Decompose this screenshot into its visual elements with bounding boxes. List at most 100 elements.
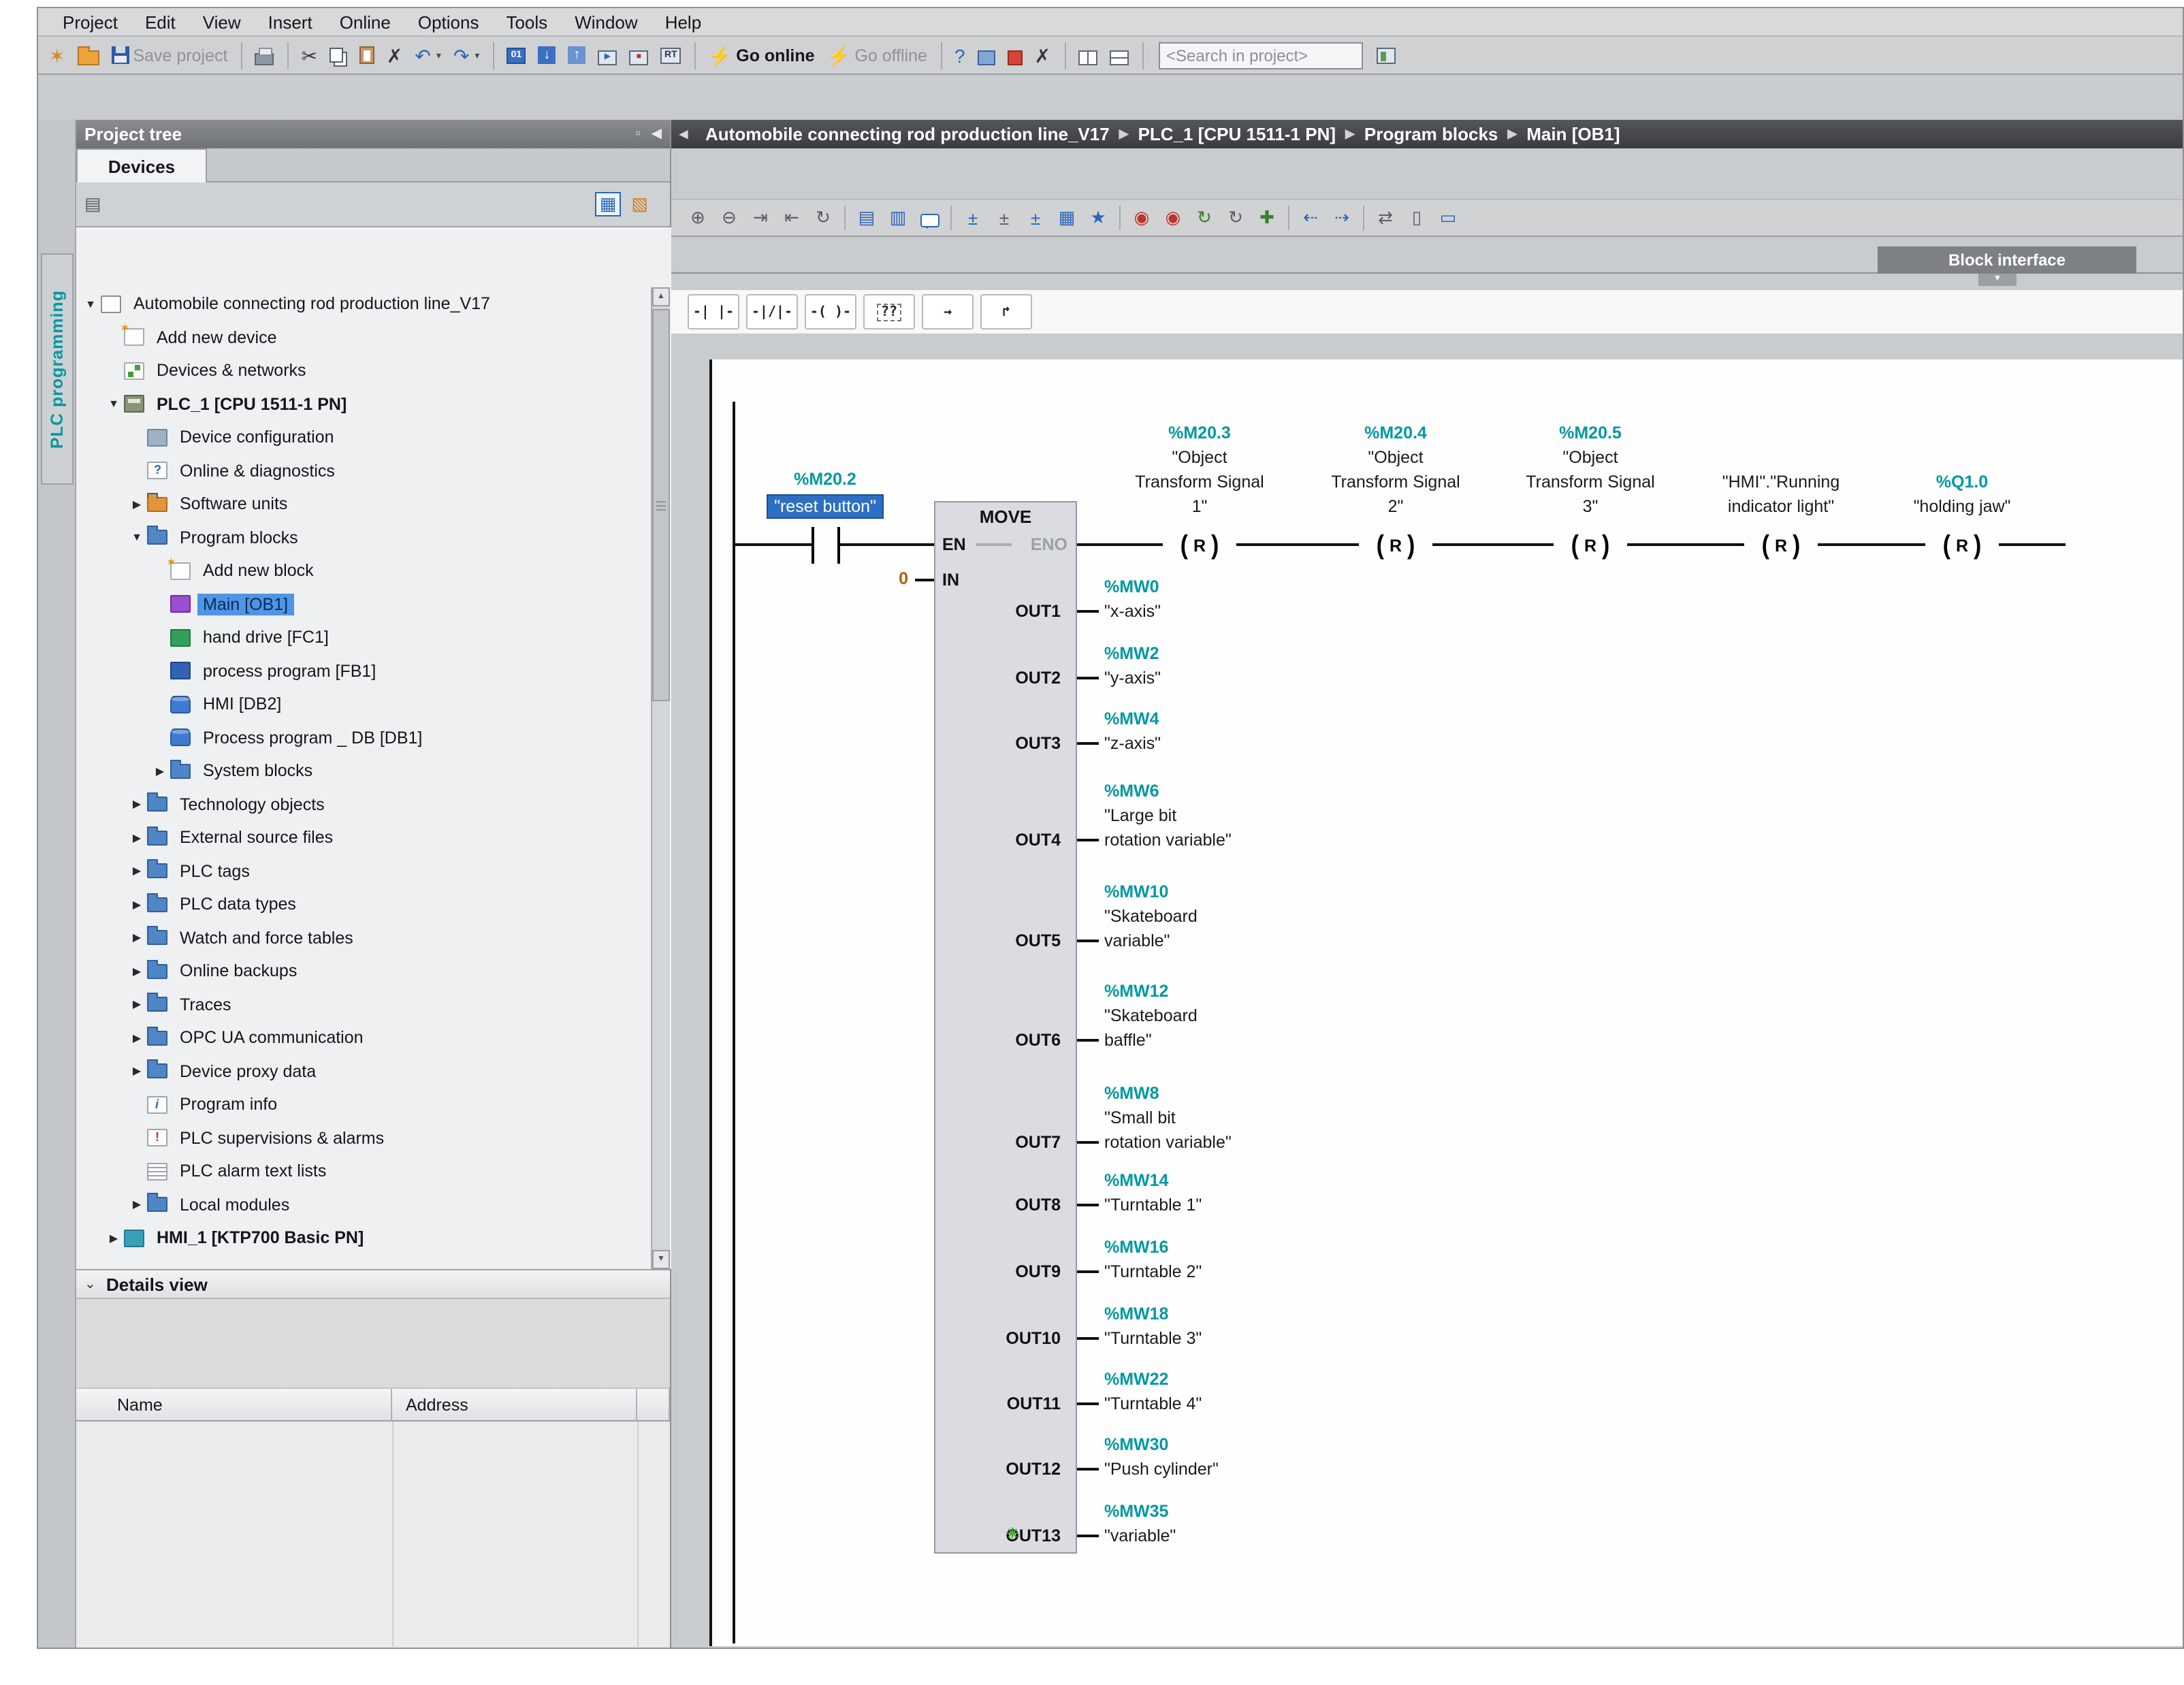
tree-item[interactable]: ▶Watch and force tables: [76, 921, 671, 954]
tree-item[interactable]: ▶Local modules: [76, 1188, 671, 1221]
output-operand[interactable]: %MW18"Turntable 3": [1104, 1302, 1322, 1351]
dropdown-arrow-icon[interactable]: ▾: [475, 50, 479, 61]
collapse-arrow-icon[interactable]: ▶: [128, 498, 146, 511]
stop-cpu-icon[interactable]: [624, 39, 654, 71]
expand-arrow-icon[interactable]: ▼: [82, 298, 99, 310]
undo-icon[interactable]: ↶▾: [409, 39, 447, 71]
symbolic-operands-icon[interactable]: ±: [989, 203, 1020, 233]
monitoring-icon[interactable]: ▭: [1432, 203, 1464, 233]
collapse-arrow-icon[interactable]: ▶: [128, 999, 146, 1011]
accessible-devices-icon[interactable]: ?: [949, 39, 971, 71]
jump-next-icon[interactable]: ⇢: [1326, 203, 1358, 233]
split-editor-vertical-icon[interactable]: [1072, 39, 1102, 71]
next-error-icon[interactable]: ◉: [1157, 203, 1189, 233]
insert-no-contact-icon[interactable]: -| |-: [688, 294, 739, 330]
details-collapse-icon[interactable]: ⌄: [84, 1277, 106, 1291]
collapse-arrow-icon[interactable]: ▶: [128, 1032, 146, 1044]
call-structure-icon[interactable]: ▯: [1401, 203, 1432, 233]
update-inconsistent-icon[interactable]: ↻: [1220, 203, 1251, 233]
output-operand[interactable]: %MW0"x-axis": [1104, 575, 1322, 624]
tree-item[interactable]: Process program _ DB [DB1]: [76, 721, 671, 754]
reset-coil[interactable]: (R): [1744, 528, 1818, 562]
details-column-address[interactable]: Address: [392, 1389, 637, 1422]
menu-item-edit[interactable]: Edit: [131, 9, 189, 35]
output-operand[interactable]: %MW12"Skateboard baffle": [1104, 979, 1322, 1053]
insert-nc-contact-icon[interactable]: -|/|-: [746, 294, 798, 330]
reset-coil[interactable]: (R): [1554, 528, 1627, 562]
output-operand[interactable]: %MW22"Turntable 4": [1104, 1367, 1322, 1416]
operand-list-icon[interactable]: ▦: [1051, 203, 1082, 233]
tree-item[interactable]: ▶OPC UA communication: [76, 1021, 671, 1055]
copy-icon[interactable]: [324, 39, 353, 71]
split-editor-horizontal-icon[interactable]: [1104, 39, 1134, 71]
output-operand[interactable]: %MW4"z-axis": [1104, 707, 1322, 756]
absolute-operands-icon[interactable]: ±: [957, 203, 989, 233]
collapse-arrow-icon[interactable]: ▶: [128, 799, 146, 811]
tree-item[interactable]: ▶HMI_1 [KTP700 Basic PN]: [76, 1221, 671, 1255]
collapse-arrow-icon[interactable]: ▶: [128, 965, 146, 978]
column-display-icon[interactable]: ▦: [596, 192, 621, 216]
tree-item[interactable]: Devices & networks: [76, 354, 671, 387]
tree-item[interactable]: PLC alarm text lists: [76, 1155, 671, 1188]
redo-icon[interactable]: ↷▾: [448, 39, 485, 71]
reset-coil[interactable]: (R): [1359, 528, 1432, 562]
update-block-call-icon[interactable]: ↻: [807, 203, 839, 233]
scroll-up-icon[interactable]: ▲: [652, 287, 670, 306]
go-online-button[interactable]: ⚡Go online: [703, 39, 820, 71]
delete-row-icon[interactable]: ⊖: [713, 203, 745, 233]
scrollbar-thumb[interactable]: [652, 309, 670, 701]
tree-item[interactable]: process program [FB1]: [76, 654, 671, 688]
delete-column-icon[interactable]: ⇤: [776, 203, 807, 233]
tree-item[interactable]: ▼PLC_1 [CPU 1511-1 PN]: [76, 387, 671, 421]
new-project-icon[interactable]: ✶: [44, 39, 70, 71]
output-operand[interactable]: %MW8"Small bit rotation variable": [1104, 1081, 1322, 1155]
open-branch-icon[interactable]: →: [922, 294, 974, 330]
insert-column-icon[interactable]: ⇥: [745, 203, 776, 233]
tree-item[interactable]: Program info: [76, 1088, 671, 1121]
open-device-view-icon[interactable]: ▧: [631, 193, 648, 215]
open-project-icon[interactable]: [71, 39, 104, 71]
menu-item-project[interactable]: Project: [49, 9, 131, 35]
tree-item[interactable]: ▶PLC tags: [76, 854, 671, 888]
cut-icon[interactable]: ✂: [295, 39, 322, 71]
collapse-arrow-icon[interactable]: ▶: [128, 865, 146, 878]
output-operand[interactable]: %MW2"y-axis": [1104, 641, 1322, 690]
refresh-consistency-icon[interactable]: ↻: [1189, 203, 1220, 233]
menu-item-insert[interactable]: Insert: [255, 9, 326, 35]
breadcrumb-segment[interactable]: Program blocks: [1364, 124, 1498, 144]
print-icon[interactable]: [249, 39, 279, 71]
tree-item[interactable]: PLC supervisions & alarms: [76, 1121, 671, 1155]
breadcrumb-segment[interactable]: Main [OB1]: [1526, 124, 1620, 144]
menu-item-window[interactable]: Window: [561, 9, 652, 35]
collapse-arrow-icon[interactable]: ▶: [128, 932, 146, 944]
collapse-arrow-icon[interactable]: ▶: [128, 832, 146, 844]
operand-representation-icon[interactable]: ±: [1020, 203, 1051, 233]
reset-coil[interactable]: (R): [1925, 528, 1999, 562]
scroll-down-icon[interactable]: ▼: [652, 1250, 670, 1269]
rewire-icon[interactable]: ✚: [1251, 203, 1283, 233]
expand-arrow-icon[interactable]: ▼: [128, 532, 146, 544]
runtime-icon[interactable]: [655, 39, 686, 71]
output-operand[interactable]: %MW16"Turntable 2": [1104, 1235, 1322, 1284]
network-comments-icon[interactable]: [914, 203, 945, 233]
tree-item[interactable]: hand drive [FC1]: [76, 621, 671, 654]
cross-references-icon[interactable]: ✗: [1029, 39, 1056, 71]
ladder-canvas[interactable]: MOVEENENO0IN%M20.2"reset button"(R)%M20.…: [671, 342, 2183, 1646]
tree-item[interactable]: Add new block: [76, 554, 671, 588]
contact-name-label[interactable]: "reset button": [716, 494, 934, 519]
download-to-device-icon[interactable]: [532, 39, 561, 71]
menu-item-view[interactable]: View: [189, 9, 255, 35]
tree-item[interactable]: Main [OB1]: [76, 588, 671, 621]
tree-item[interactable]: Device configuration: [76, 421, 671, 454]
in-constant[interactable]: 0: [870, 569, 908, 588]
tree-item[interactable]: Add new device: [76, 321, 671, 354]
tree-item[interactable]: ▶Online backups: [76, 954, 671, 988]
go-offline-button[interactable]: ⚡Go offline: [822, 39, 933, 71]
stop-runtime-icon[interactable]: [1002, 39, 1028, 71]
output-operand[interactable]: %MW30"Push cylinder": [1104, 1432, 1322, 1481]
tree-item[interactable]: ▼Program blocks: [76, 521, 671, 554]
tree-item[interactable]: ▶Technology objects: [76, 788, 671, 821]
collapse-arrow-icon[interactable]: ▶: [128, 1065, 146, 1078]
breadcrumb-segment[interactable]: Automobile connecting rod production lin…: [705, 124, 1110, 144]
menu-item-options[interactable]: Options: [404, 9, 493, 35]
